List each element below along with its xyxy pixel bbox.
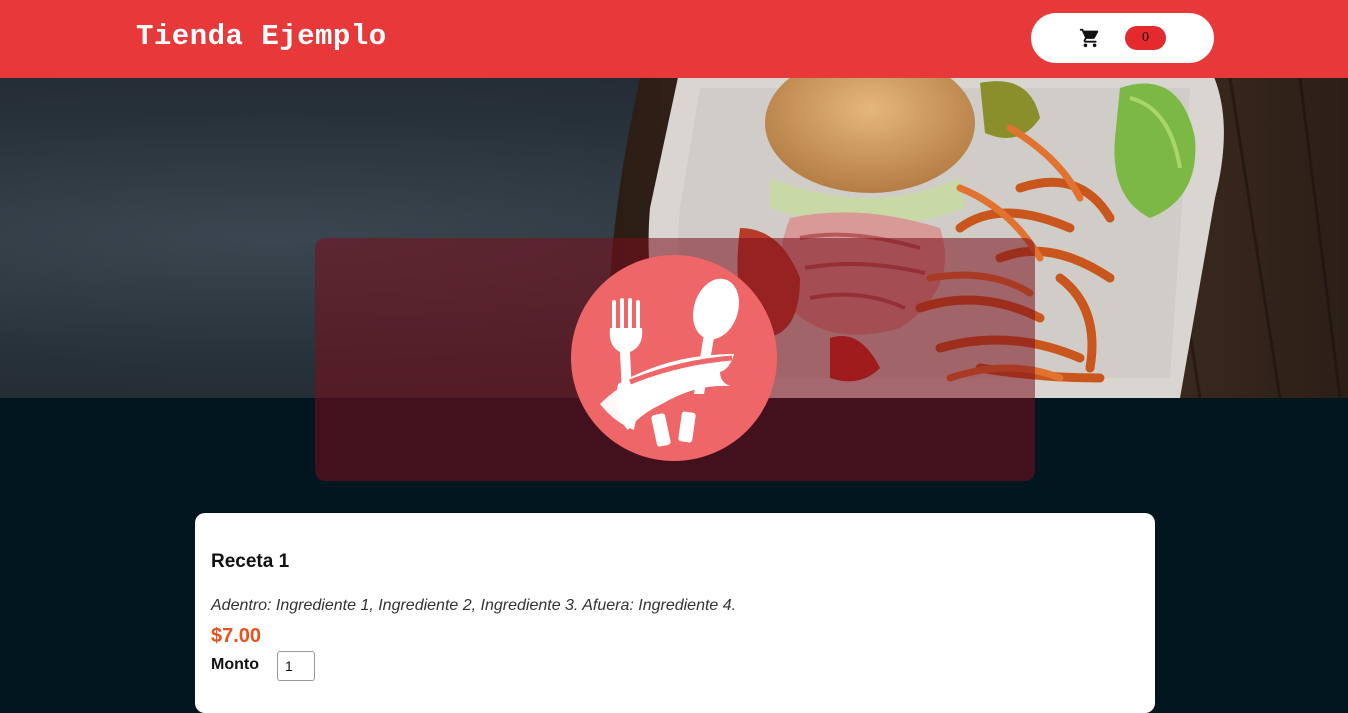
product-card: Receta 1 Adentro: Ingrediente 1, Ingredi…	[195, 513, 1155, 713]
product-title: Receta 1	[211, 551, 290, 572]
top-navbar: Tienda Ejemplo 0	[0, 0, 1348, 78]
cart-button[interactable]: 0	[1031, 13, 1214, 63]
brand-title[interactable]: Tienda Ejemplo	[136, 20, 387, 53]
cart-count-badge: 0	[1125, 26, 1166, 50]
product-description: Adentro: Ingrediente 1, Ingrediente 2, I…	[211, 597, 737, 614]
quantity-input[interactable]	[277, 651, 315, 681]
shopping-cart-icon[interactable]	[1079, 27, 1101, 49]
fork-spoon-napkin-icon	[571, 255, 777, 461]
quantity-label: Monto	[211, 656, 259, 673]
product-price: $7.00	[211, 625, 262, 647]
